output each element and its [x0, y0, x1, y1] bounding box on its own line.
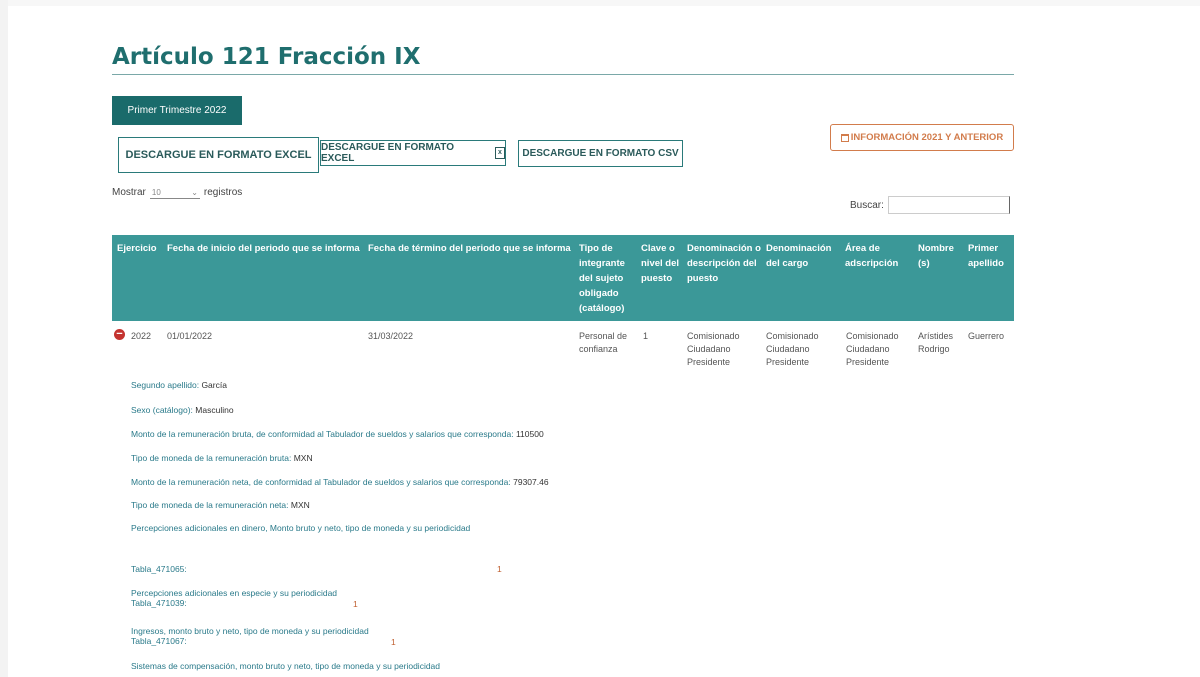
page-title: Artículo 121 Fracción IX [112, 44, 421, 70]
tabla-count[interactable]: 1 [391, 637, 396, 647]
cell-ejercicio: 2022 [131, 331, 152, 341]
detail-label: Percepciones adicionales en dinero, Mont… [131, 523, 471, 533]
cell-tipo-integrante: Personal de confianza [579, 331, 628, 354]
length-prefix: Mostrar [112, 187, 146, 198]
detail-value: MXN [293, 453, 313, 463]
page-length-select[interactable]: 10 ⌄ [149, 186, 200, 199]
detail-moneda-neta: Tipo de moneda de la remuneración neta: … [131, 500, 310, 510]
col-denominacion-cargo[interactable]: Denominación del cargo [766, 241, 841, 271]
tabla-count[interactable]: 1 [353, 599, 358, 609]
tabla-471065: Tabla_471065: 1 [131, 564, 531, 574]
left-edge [0, 0, 8, 677]
download-csv-button[interactable]: DESCARGUE EN FORMATO CSV [518, 140, 683, 167]
detail-value: 110500 [515, 429, 544, 439]
tabla-count[interactable]: 1 [497, 564, 502, 574]
col-tipo-integrante[interactable]: Tipo de integrante del sujeto obligado (… [579, 241, 637, 316]
download-excel-label: DESCARGUE EN FORMATO EXCEL [125, 149, 312, 161]
cell-denominacion-cargo: Comisionado Ciudadano Presidente [766, 331, 819, 367]
detail-remuneracion-neta: Monto de la remuneración neta, de confor… [131, 477, 549, 487]
cell-primer-apellido: Guerrero [968, 331, 1005, 341]
tabla-label: Tabla_471065: [131, 564, 187, 574]
tab-primer-trimestre-2022[interactable]: Primer Trimestre 2022 [112, 96, 242, 125]
length-suffix: registros [203, 187, 243, 198]
tabla-title: Sistemas de compensación, monto bruto y … [131, 661, 441, 671]
calendar-icon [840, 133, 849, 142]
detail-label: Sexo (catálogo): [131, 405, 193, 415]
title-divider [112, 74, 1014, 75]
cell-area: Comisionado Ciudadano Presidente [846, 331, 899, 367]
download-excel-button[interactable]: DESCARGUE EN FORMATO EXCEL [118, 137, 319, 173]
col-primer-apellido[interactable]: Primer apellido [968, 241, 1012, 271]
tabla-sistemas-compensacion: Sistemas de compensación, monto bruto y … [131, 661, 631, 671]
detail-segundo-apellido: Segundo apellido: García [131, 380, 227, 390]
tabla-title: Percepciones adicionales en especie y su… [131, 588, 338, 598]
col-fecha-inicio[interactable]: Fecha de inicio del periodo que se infor… [167, 241, 367, 256]
detail-label: Tipo de moneda de la remuneración bruta: [131, 453, 292, 463]
tabla-title: Ingresos, monto bruto y neto, tipo de mo… [131, 626, 369, 636]
download-excel-alt-label: DESCARGUE EN FORMATO EXCEL [321, 142, 454, 164]
detail-value: García [201, 380, 227, 390]
page-length-control: Mostrar 10 ⌄ registros [112, 186, 242, 199]
search-control: Buscar: [850, 196, 1010, 214]
detail-percepciones-dinero: Percepciones adicionales en dinero, Mont… [131, 523, 470, 533]
detail-remuneracion-bruta: Monto de la remuneración bruta, de confo… [131, 429, 544, 439]
download-csv-label: DESCARGUE EN FORMATO CSV [522, 148, 679, 159]
col-clave-nivel[interactable]: Clave o nivel del puesto [641, 241, 681, 286]
file-excel-icon: x [495, 147, 505, 159]
top-edge [0, 0, 1200, 6]
detail-value: Masculino [195, 405, 234, 415]
chevron-down-icon: ⌄ [191, 187, 198, 197]
cell-denominacion-puesto: Comisionado Ciudadano Presidente [687, 331, 740, 367]
table-header: Ejercicio Fecha de inicio del periodo qu… [112, 235, 1014, 321]
cell-nombre: Arístides Rodrigo [918, 331, 954, 354]
cell-fecha-inicio: 01/01/2022 [167, 331, 213, 341]
detail-moneda-bruta: Tipo de moneda de la remuneración bruta:… [131, 453, 313, 463]
tabla-471067: Ingresos, monto bruto y neto, tipo de mo… [131, 626, 531, 647]
cell-clave-nivel: 1 [643, 331, 649, 341]
detail-label: Monto de la remuneración bruta, de confo… [131, 429, 514, 439]
page: Artículo 121 Fracción IX Primer Trimestr… [0, 0, 1200, 677]
detail-label: Segundo apellido: [131, 380, 200, 390]
detail-sexo: Sexo (catálogo): Masculino [131, 405, 234, 415]
cell-fecha-termino: 31/03/2022 [368, 331, 414, 341]
page-length-value: 10 [151, 187, 161, 197]
search-input[interactable] [887, 196, 1010, 214]
detail-value: 79307.46 [513, 477, 549, 487]
col-ejercicio[interactable]: Ejercicio [117, 241, 167, 256]
col-denominacion-puesto[interactable]: Denominación o descripción del puesto [687, 241, 763, 286]
tabla-label: Tabla_471067: [131, 636, 187, 646]
detail-label: Tipo de moneda de la remuneración neta: [131, 500, 289, 510]
search-label: Buscar: [850, 199, 884, 211]
row-collapse-icon[interactable]: − [114, 329, 125, 340]
col-nombre[interactable]: Nombre (s) [918, 241, 963, 271]
download-excel-alt-button[interactable]: DESCARGUE EN FORMATO EXCEL x [320, 140, 506, 166]
detail-value: MXN [290, 500, 310, 510]
col-area-adscripcion[interactable]: Área de adscripción [845, 241, 913, 271]
tabla-471039: Percepciones adicionales en especie y su… [131, 588, 531, 609]
info-2021-button[interactable]: INFORMACIÓN 2021 Y ANTERIOR [830, 124, 1014, 151]
detail-label: Monto de la remuneración neta, de confor… [131, 477, 511, 487]
col-fecha-termino[interactable]: Fecha de término del periodo que se info… [368, 241, 578, 256]
info-2021-label: INFORMACIÓN 2021 Y ANTERIOR [850, 132, 1004, 143]
tabla-label: Tabla_471039: [131, 598, 187, 608]
